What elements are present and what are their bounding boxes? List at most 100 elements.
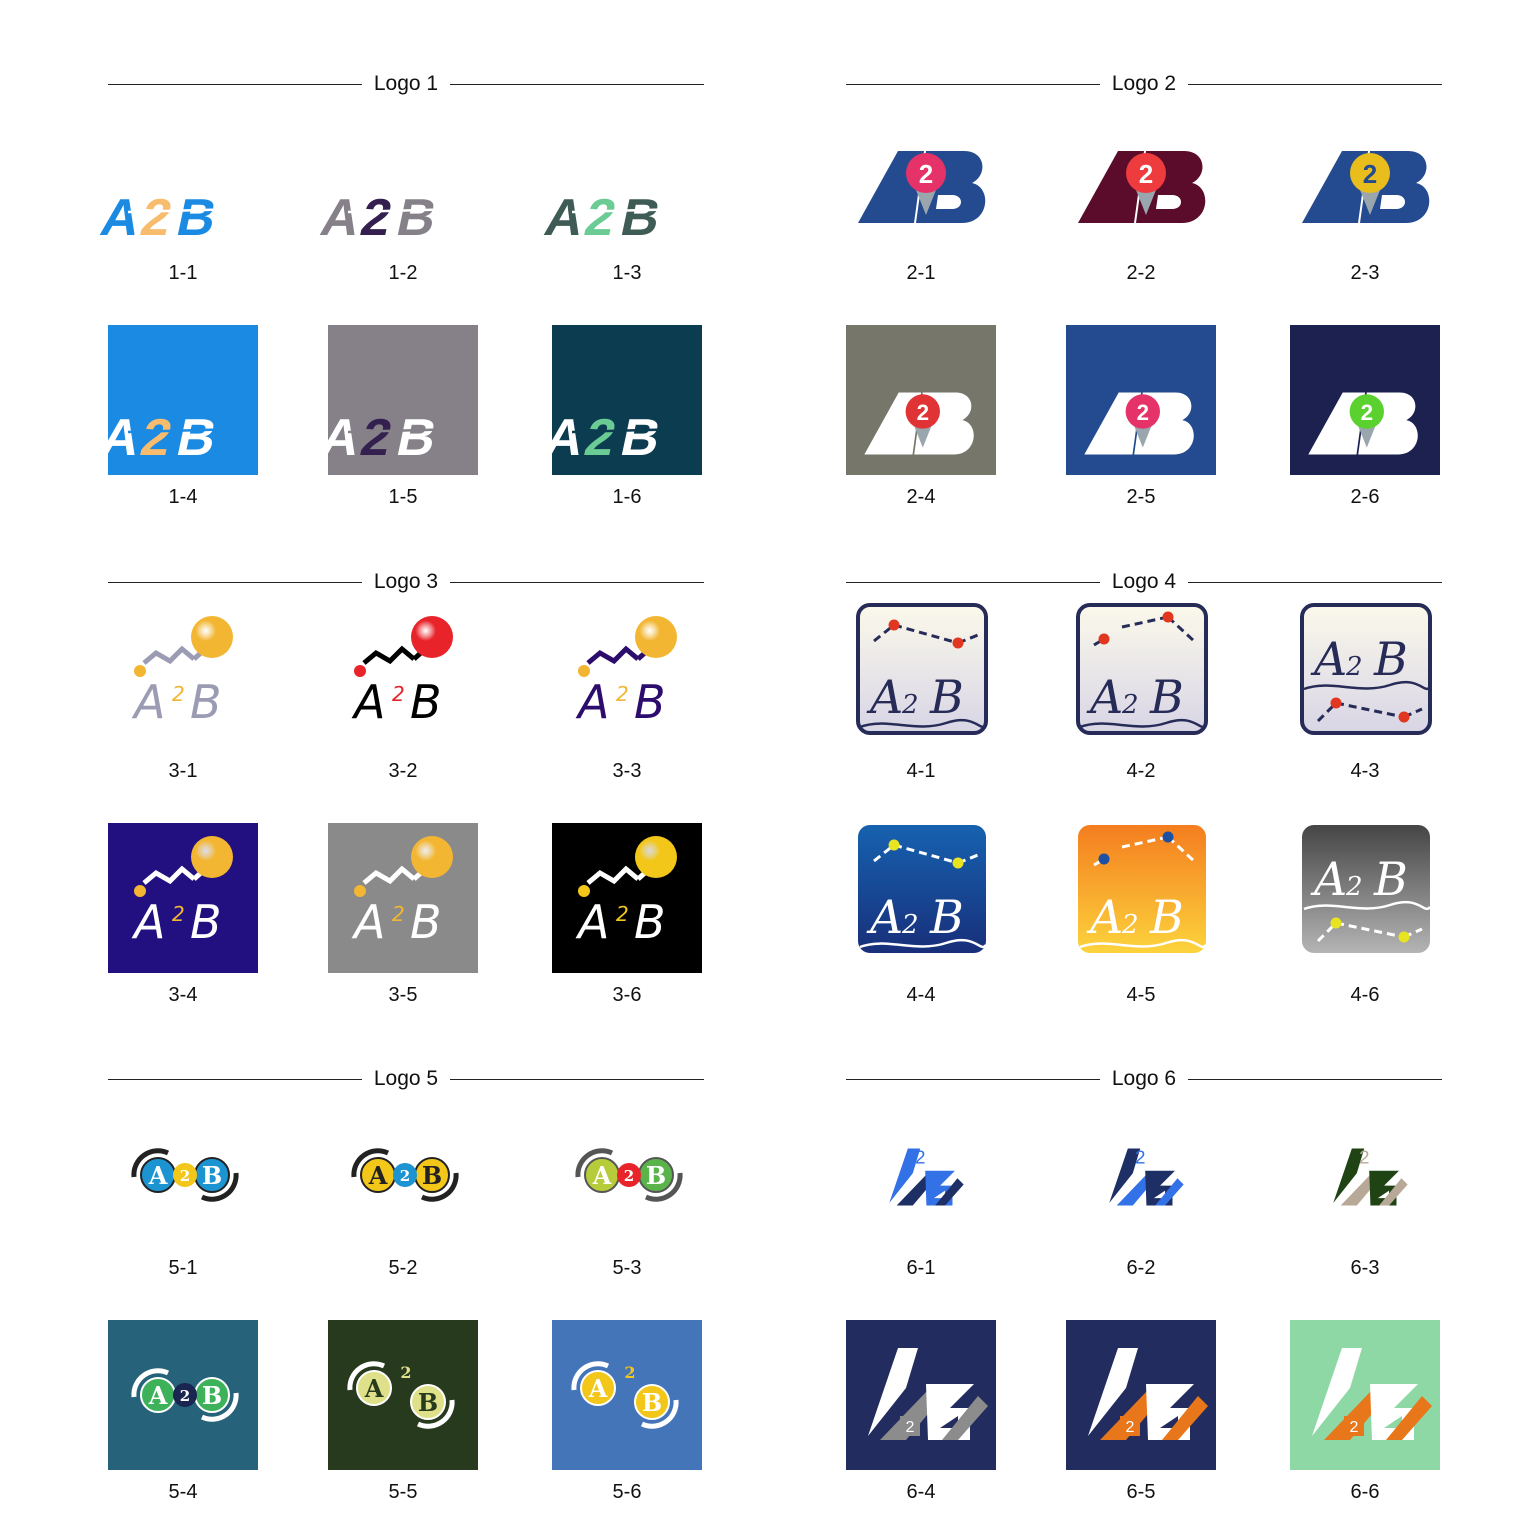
logo-caption: 5-3 [612, 1257, 642, 1279]
letter-b: B [1373, 852, 1408, 906]
logo-tile: 2 [1066, 325, 1216, 475]
logo4-mark: A 2 B [1078, 825, 1207, 953]
logo1-mark: A 2 B [316, 189, 461, 247]
tile-background [1066, 1320, 1216, 1470]
logo1-mark: A 2 B [96, 189, 241, 247]
letter-a: A [368, 1161, 388, 1190]
route-dot [1398, 931, 1410, 943]
sun-ball [411, 836, 453, 878]
letter-b: B [410, 895, 442, 949]
tile-background [846, 1320, 996, 1470]
route-dot [952, 637, 964, 649]
logo-4-4: A 2 B [858, 825, 987, 953]
letter-b: B [190, 895, 222, 949]
letter-a: A [1310, 632, 1347, 686]
logo-caption: 4-2 [1126, 760, 1156, 782]
section-header: Logo 4 [846, 568, 1442, 598]
digit-two: 2 [180, 1167, 190, 1185]
section-header: Logo 1 [108, 70, 704, 100]
logo-caption: 2-1 [906, 262, 936, 284]
digit-two: 2 [915, 1146, 925, 1167]
header-rule-right [1188, 582, 1442, 583]
logo-5-3: A B 2 [575, 1148, 683, 1202]
logo-4-6: A 2 B [1302, 825, 1431, 953]
digit-two: 2 [392, 902, 405, 926]
logo-5-2: A B 2 [351, 1148, 459, 1202]
digit-two: 2 [180, 1387, 190, 1405]
logo-tile: A 2 B [96, 105, 258, 255]
logo6-mark: 2 [1109, 1146, 1184, 1206]
logo3-mark: A 2 B [131, 616, 233, 729]
digit-two: 2 [1135, 1146, 1145, 1167]
logo-caption: 1-4 [168, 486, 198, 508]
header-rule-right [450, 84, 704, 85]
logo-caption: 4-3 [1350, 760, 1380, 782]
logo-2-4: 2 [846, 325, 996, 475]
tile-background [328, 823, 478, 973]
letter-a: A [148, 1381, 168, 1410]
logo-tile: 2 [1066, 105, 1216, 255]
route-dot [1098, 633, 1110, 645]
sun-ball [635, 616, 677, 658]
logo-caption: 3-1 [168, 760, 198, 782]
digit-two: 2 [1121, 690, 1139, 720]
logo5-mark: A B 2 [131, 1148, 239, 1202]
letter-b: B [634, 895, 666, 949]
logo-tile: A 2 B [846, 823, 996, 973]
logo-1-2: A 2 B [316, 189, 461, 247]
logo4-mark: A 2 B [1300, 603, 1432, 735]
logo-4-5: A 2 B [1078, 825, 1207, 953]
logo-caption: 1-5 [388, 486, 418, 508]
logo-caption: 3-5 [388, 984, 418, 1006]
logo-1-5: A 2 B [316, 325, 478, 475]
letter-a: A [1086, 890, 1123, 944]
logo-1-4: A 2 B [96, 325, 258, 475]
logo-4-2: A 2 B [1076, 603, 1208, 735]
logo-tile: A B 2 [552, 1100, 702, 1250]
route-dot [1162, 611, 1174, 623]
letter-b: B [202, 1381, 222, 1410]
letter-b: B [634, 675, 666, 729]
sun-ball [411, 616, 453, 658]
digit-two: 2 [392, 682, 405, 706]
logo-tile: A B 2 [328, 1320, 478, 1470]
letter-a: A [351, 895, 385, 949]
digit-two: 2 [400, 1363, 411, 1382]
letter-a: A [592, 1161, 612, 1190]
logo-tile: A 2 B [540, 325, 702, 475]
logo-6-3: 2 [1333, 1146, 1408, 1206]
logo-caption: 2-3 [1350, 262, 1380, 284]
header-rule-right [450, 1079, 704, 1080]
sun-ball [191, 836, 233, 878]
route-dot [1330, 697, 1342, 709]
digit-two: 2 [1345, 872, 1363, 902]
route-dot [1162, 831, 1174, 843]
logo-caption: 6-4 [906, 1481, 936, 1503]
logo-caption: 5-2 [388, 1257, 418, 1279]
letter-b: B [392, 189, 442, 247]
logo2-mark: 2 [858, 151, 986, 223]
logo-section-3: Logo 3 A 2 B 3-1 A 2 B 3-2 A 2 B 3-3 A 2… [108, 568, 704, 1038]
logo-caption: 3-4 [168, 984, 198, 1006]
route-dot [888, 619, 900, 631]
logo6-mark: 2 [1333, 1146, 1408, 1206]
logo-caption: 6-2 [1126, 1257, 1156, 1279]
digit-two: 2 [1126, 1419, 1135, 1436]
logo-caption: 6-5 [1126, 1481, 1156, 1503]
logo-caption: 4-5 [1126, 984, 1156, 1006]
pin-digit-two: 2 [917, 400, 929, 425]
logo-caption: 4-6 [1350, 984, 1380, 1006]
logo-5-4: A B 2 [108, 1320, 258, 1470]
letter-a: A [131, 895, 165, 949]
logo-3-5: A 2 B [328, 823, 478, 973]
logo-section-6: Logo 6 2 6-1 2 6-2 2 6-3 2 6-4 2 6-5 2 6… [846, 1065, 1442, 1535]
logo-caption: 3-3 [612, 760, 642, 782]
logo-6-5: 2 [1066, 1320, 1216, 1470]
digit-two: 2 [1359, 1146, 1369, 1167]
logo-caption: 4-4 [906, 984, 936, 1006]
pin-digit-two: 2 [1137, 400, 1149, 425]
logo-5-6: A B 2 [552, 1320, 702, 1470]
logo-2-3: 2 [1302, 151, 1430, 223]
tile-background [328, 1320, 478, 1470]
letter-b: B [646, 1161, 666, 1190]
